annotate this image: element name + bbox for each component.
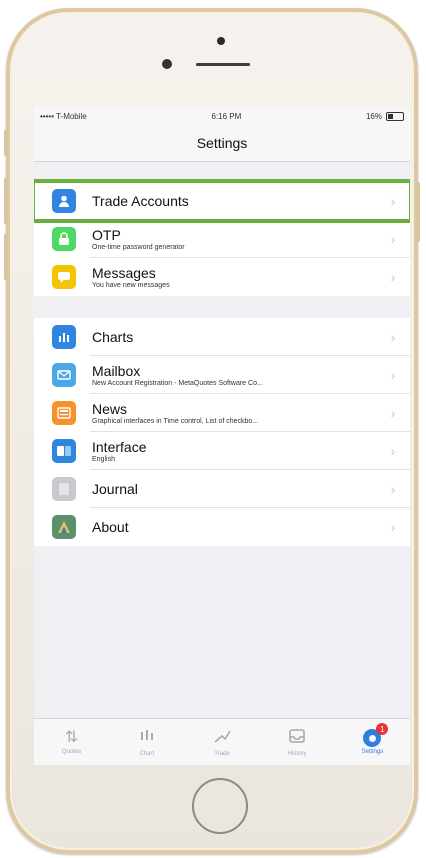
settings-item-mailbox[interactable]: Mailbox New Account Registration - MetaQ… xyxy=(34,356,410,394)
user-icon xyxy=(52,189,76,213)
item-subtitle: English xyxy=(92,455,115,463)
item-label: About xyxy=(92,519,129,535)
item-label: Charts xyxy=(92,329,134,345)
tab-settings[interactable]: 1 Settings xyxy=(335,719,410,765)
chevron-right-icon: › xyxy=(390,329,396,345)
page-title: Settings xyxy=(196,135,248,151)
charts-icon xyxy=(52,325,76,349)
chevron-right-icon: › xyxy=(390,443,396,459)
battery-percent: 16% xyxy=(365,111,382,121)
item-label: OTP xyxy=(92,226,121,243)
chevron-right-icon: › xyxy=(390,231,396,247)
item-subtitle: New Account Registration - MetaQuotes So… xyxy=(92,379,263,387)
about-icon xyxy=(52,515,76,539)
item-label: Journal xyxy=(92,481,138,497)
item-label: Trade Accounts xyxy=(92,193,189,209)
home-button[interactable] xyxy=(192,778,248,834)
settings-item-interface[interactable]: Interface English › xyxy=(34,432,410,470)
chevron-right-icon: › xyxy=(390,193,396,209)
settings-item-journal[interactable]: Journal › xyxy=(34,470,410,508)
journal-icon xyxy=(52,477,76,501)
carrier: ••••• T-Mobile xyxy=(40,111,87,121)
nav-bar: Settings xyxy=(34,125,410,162)
tab-bar: ⇅ Quotes Chart Trade History 1 Settings xyxy=(34,718,410,765)
notification-badge: 1 xyxy=(376,723,389,735)
status-bar: ••••• T-Mobile 6:16 PM 16% xyxy=(34,107,410,125)
item-label: Messages xyxy=(92,264,156,281)
settings-group-general: Charts › Mailbox New Account Registratio… xyxy=(34,318,410,546)
chart-icon xyxy=(138,728,156,749)
chevron-right-icon: › xyxy=(390,367,396,383)
chevron-right-icon: › xyxy=(390,519,396,535)
camera-dot xyxy=(217,37,225,45)
battery-icon xyxy=(385,111,404,121)
quotes-icon: ⇅ xyxy=(64,729,79,746)
clock: 6:16 PM xyxy=(211,111,242,121)
settings-item-messages[interactable]: Messages You have new messages › xyxy=(34,258,410,296)
chevron-right-icon: › xyxy=(390,481,396,497)
settings-item-news[interactable]: News Graphical interfaces in Time contro… xyxy=(34,394,410,432)
mute-switch xyxy=(4,130,8,156)
chevron-right-icon: › xyxy=(390,269,396,285)
settings-item-trade-accounts[interactable]: Trade Accounts › xyxy=(34,179,410,223)
settings-item-charts[interactable]: Charts › xyxy=(34,318,410,356)
volume-up-button xyxy=(4,178,8,224)
tab-chart[interactable]: Chart xyxy=(109,719,184,765)
item-label: News xyxy=(92,400,128,417)
item-label: Mailbox xyxy=(92,362,141,379)
interface-language-icon xyxy=(52,439,76,463)
news-icon xyxy=(52,401,76,425)
tab-history[interactable]: History xyxy=(260,719,335,765)
settings-group-accounts: Trade Accounts › xyxy=(34,179,410,223)
front-camera xyxy=(162,59,172,69)
settings-item-otp[interactable]: OTP One-time password generator › xyxy=(34,220,410,258)
volume-down-button xyxy=(4,234,8,280)
power-button xyxy=(416,182,420,242)
earpiece-speaker xyxy=(196,63,250,66)
chevron-right-icon: › xyxy=(390,405,396,421)
item-subtitle: One-time password generator xyxy=(92,243,185,251)
settings-group-security: OTP One-time password generator › Messag… xyxy=(34,220,410,296)
settings-item-about[interactable]: About › xyxy=(34,508,410,546)
trade-icon xyxy=(213,728,231,749)
item-subtitle: You have new messages xyxy=(92,281,170,289)
screen: ••••• T-Mobile 6:16 PM 16% Settings Trad… xyxy=(34,107,410,765)
message-icon xyxy=(52,265,76,289)
item-subtitle: Graphical interfaces in Time control, Li… xyxy=(92,417,259,425)
item-label: Interface xyxy=(92,438,147,455)
tab-quotes[interactable]: ⇅ Quotes xyxy=(34,719,109,765)
history-icon xyxy=(288,728,306,749)
otp-lock-icon xyxy=(52,227,76,251)
tab-trade[interactable]: Trade xyxy=(184,719,259,765)
mailbox-icon xyxy=(52,363,76,387)
